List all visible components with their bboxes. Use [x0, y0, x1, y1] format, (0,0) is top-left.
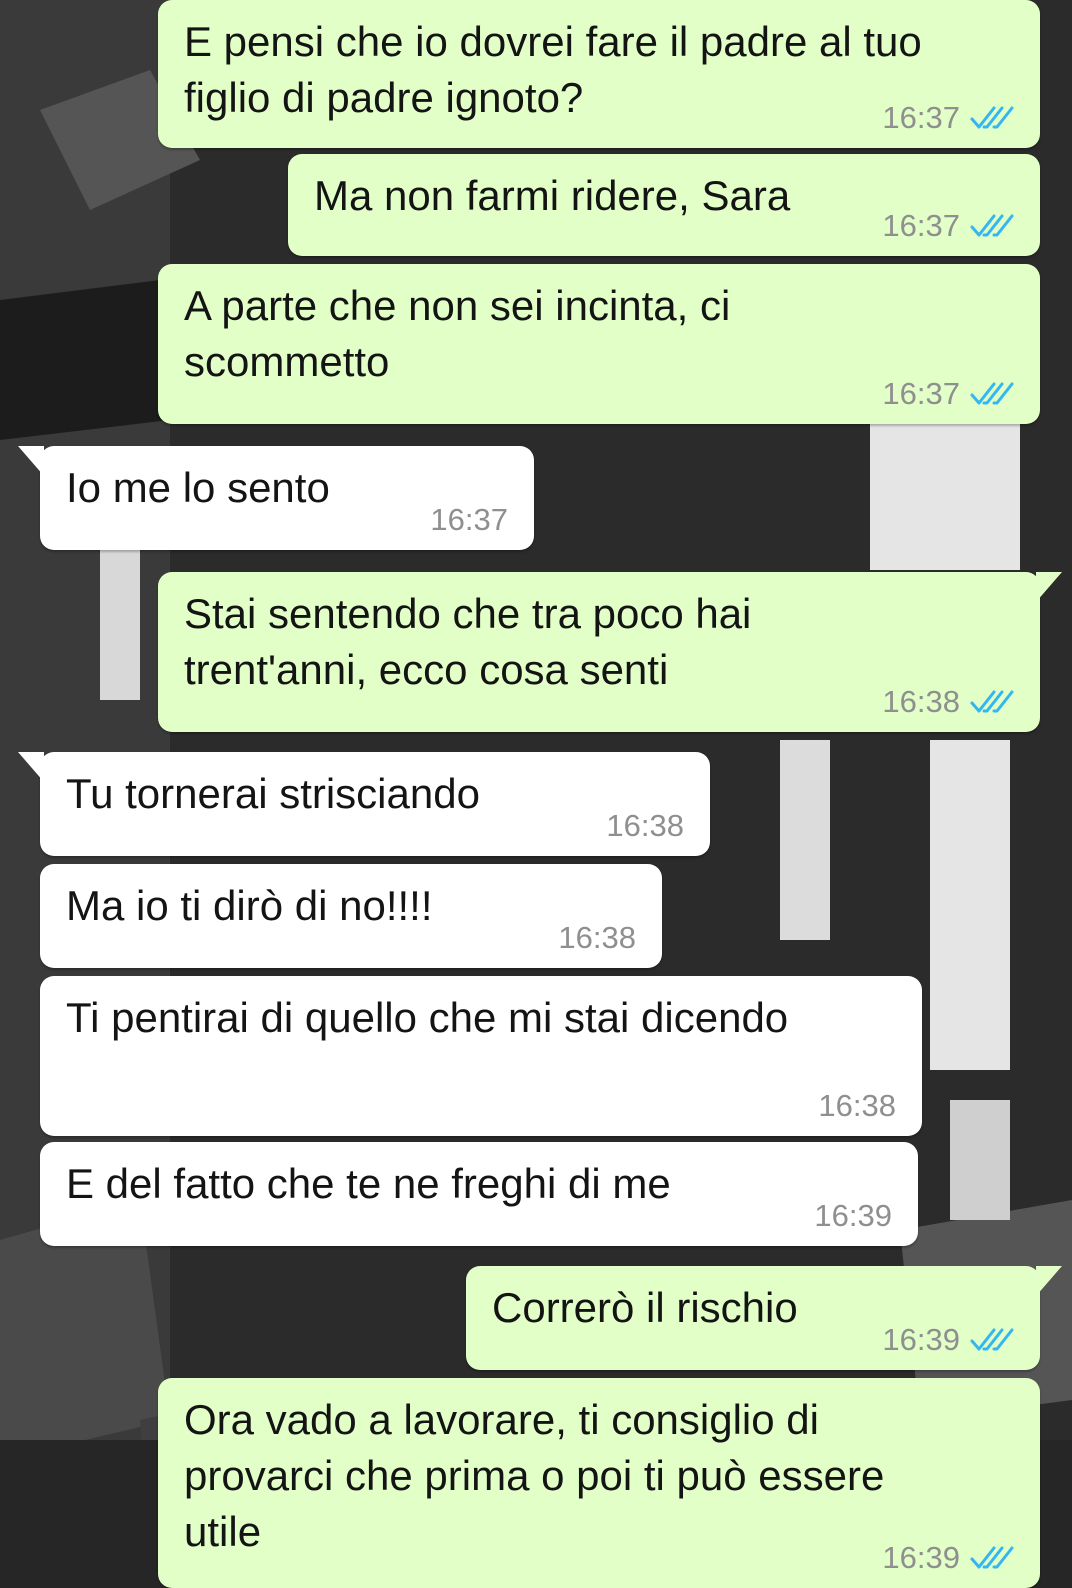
message-timestamp: 16:37: [430, 502, 508, 537]
outgoing-message-bubble[interactable]: Stai sentendo che tra poco hai trent'ann…: [158, 572, 1062, 732]
bubble-tail: [1036, 572, 1062, 602]
message-timestamp: 16:39: [882, 1540, 960, 1575]
double-check-read-icon: [970, 214, 1014, 237]
message-timestamp: 16:38: [558, 920, 636, 955]
incoming-message-bubble[interactable]: Ma io ti dirò di no!!!! 16:38: [40, 864, 662, 968]
outgoing-message-bubble[interactable]: Correrò il rischio 16:39: [466, 1266, 1062, 1370]
outgoing-message-bubble[interactable]: Ora vado a lavorare, ti consiglio di pro…: [158, 1378, 1040, 1588]
message-timestamp: 16:37: [882, 376, 960, 411]
message-timestamp: 16:38: [606, 808, 684, 843]
message-meta: 16:37: [882, 100, 1014, 136]
message-meta: 16:39: [882, 1322, 1014, 1358]
message-timestamp: 16:38: [882, 684, 960, 719]
bubble-tail: [1036, 1266, 1062, 1296]
message-meta: 16:38: [558, 920, 636, 956]
outgoing-message-bubble[interactable]: Ma non farmi ridere, Sara 16:37: [288, 154, 1040, 256]
message-text: Ora vado a lavorare, ti consiglio di pro…: [184, 1396, 885, 1555]
message-timestamp: 16:39: [882, 1322, 960, 1357]
message-meta: 16:39: [814, 1198, 892, 1234]
double-check-read-icon: [970, 106, 1014, 129]
incoming-message-bubble[interactable]: Tu tornerai strisciando 16:38: [18, 752, 710, 856]
message-meta: 16:37: [882, 376, 1014, 412]
double-check-read-icon: [970, 1546, 1014, 1569]
message-meta: 16:39: [882, 1540, 1014, 1576]
message-meta: 16:37: [430, 502, 508, 538]
message-meta: 16:38: [882, 684, 1014, 720]
bubble-tail: [18, 446, 44, 476]
message-timestamp: 16:39: [814, 1198, 892, 1233]
message-text: E del fatto che te ne freghi di me: [66, 1160, 671, 1207]
message-meta: 16:37: [882, 208, 1014, 244]
outgoing-message-bubble[interactable]: A parte che non sei incinta, ci scommett…: [158, 264, 1040, 424]
bubble-tail: [18, 752, 44, 782]
message-text: A parte che non sei incinta, ci scommett…: [184, 282, 731, 385]
incoming-message-bubble[interactable]: Ti pentirai di quello che mi stai dicend…: [40, 976, 922, 1136]
outgoing-message-bubble[interactable]: E pensi che io dovrei fare il padre al t…: [158, 0, 1040, 148]
message-timestamp: 16:37: [882, 208, 960, 243]
incoming-message-bubble[interactable]: Io me lo sento 16:37: [18, 446, 534, 550]
message-text: Ti pentirai di quello che mi stai dicend…: [66, 994, 789, 1041]
double-check-read-icon: [970, 690, 1014, 713]
double-check-read-icon: [970, 1328, 1014, 1351]
message-meta: 16:38: [818, 1088, 896, 1124]
message-meta: 16:38: [606, 808, 684, 844]
message-text: Ma io ti dirò di no!!!!: [66, 882, 433, 929]
incoming-message-bubble[interactable]: E del fatto che te ne freghi di me 16:39: [40, 1142, 918, 1246]
double-check-read-icon: [970, 382, 1014, 405]
message-timestamp: 16:37: [882, 100, 960, 135]
message-timestamp: 16:38: [818, 1088, 896, 1123]
message-text: Tu tornerai strisciando: [66, 770, 480, 817]
message-text: Stai sentendo che tra poco hai trent'ann…: [184, 590, 752, 693]
